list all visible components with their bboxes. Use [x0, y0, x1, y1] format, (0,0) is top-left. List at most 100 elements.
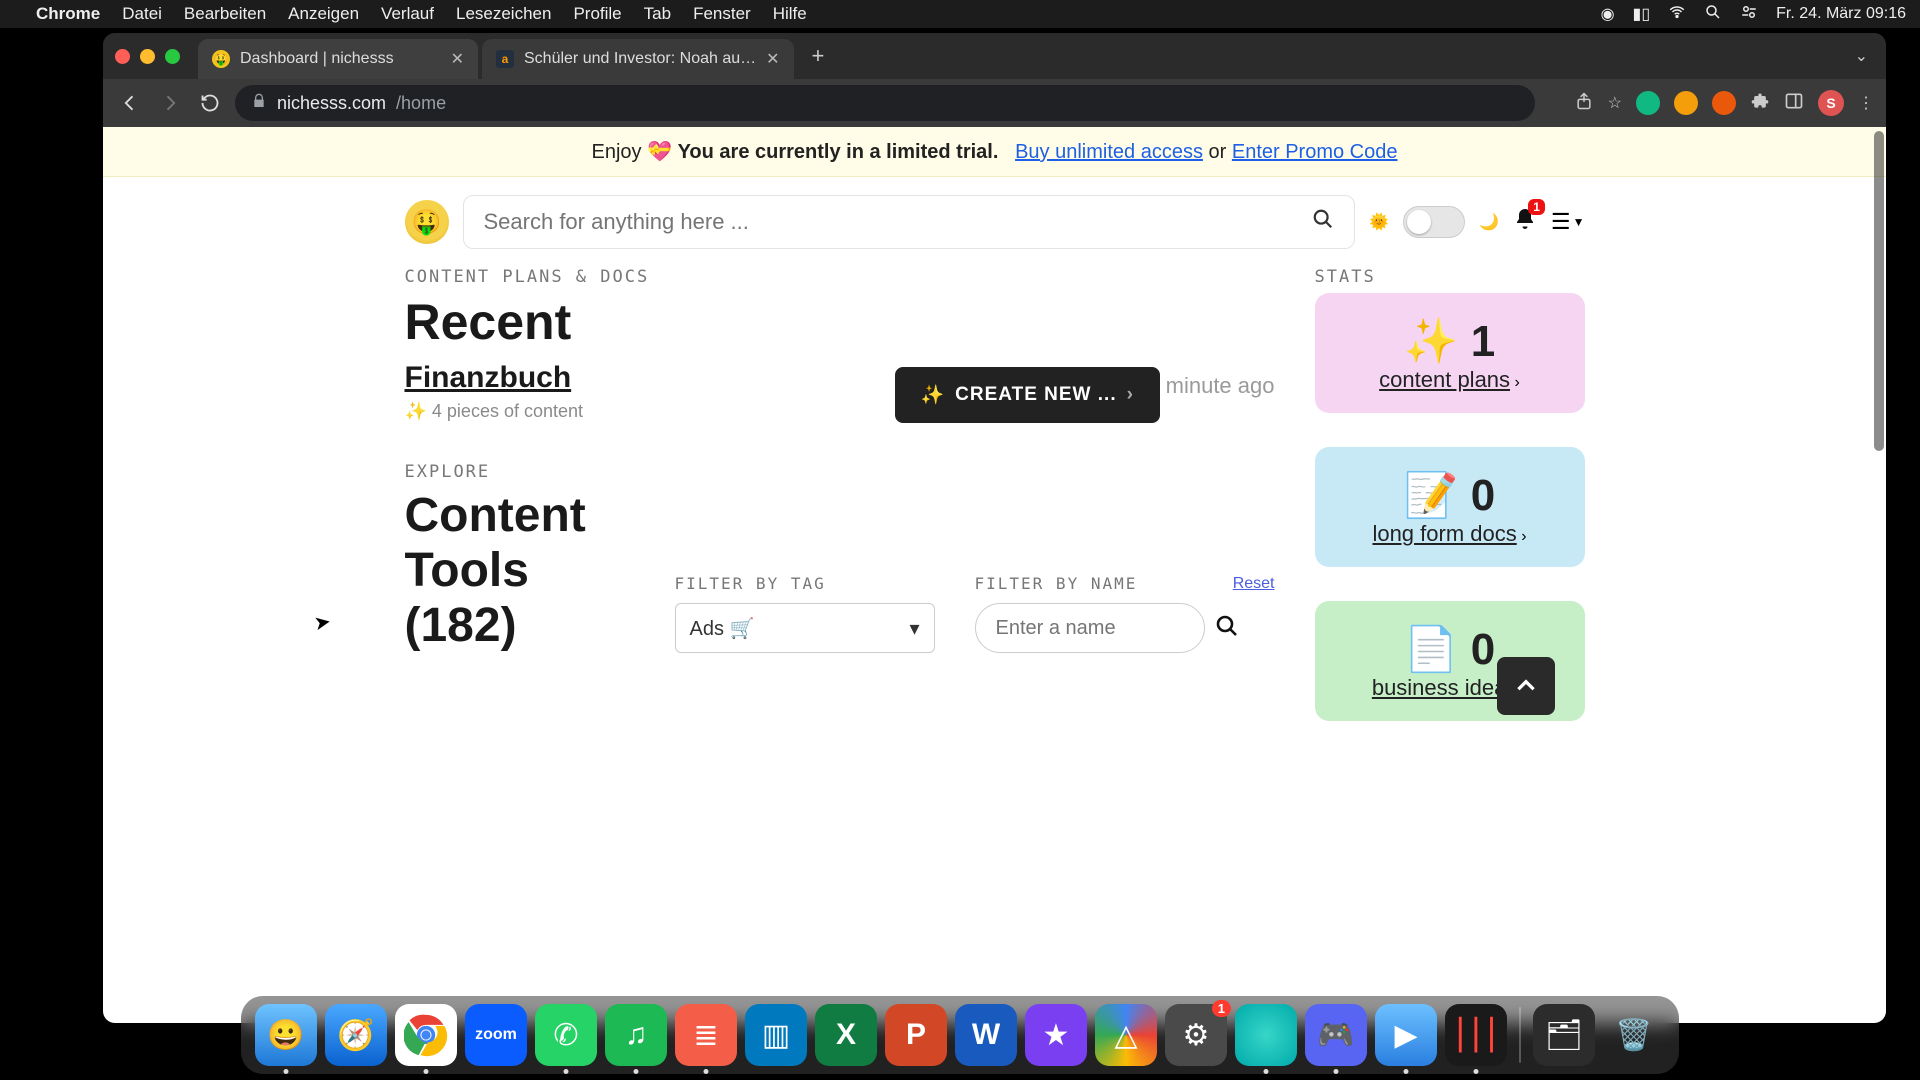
fullscreen-window-button[interactable]	[165, 49, 180, 64]
search-icon[interactable]	[1312, 208, 1334, 236]
menubar-clock[interactable]: Fr. 24. März 09:16	[1776, 5, 1906, 23]
stat-link[interactable]: business ideas	[1372, 675, 1518, 700]
wifi-icon[interactable]	[1668, 3, 1686, 26]
menubar-item[interactable]: Datei	[122, 4, 162, 24]
dock-todoist-icon[interactable]: ≣	[675, 1004, 737, 1066]
tab-strip: 🤑 Dashboard | nichesss ✕ a Schüler und I…	[103, 33, 1886, 79]
omnibox[interactable]: nichesss.com/home	[235, 85, 1535, 121]
dock-separator	[1519, 1007, 1521, 1063]
buy-unlimited-link[interactable]: Buy unlimited access	[1015, 141, 1203, 163]
filter-reset-link[interactable]: Reset	[1233, 575, 1275, 593]
dock-drive-icon[interactable]: △	[1095, 1004, 1157, 1066]
window-controls	[115, 49, 180, 64]
scrollbar[interactable]	[1874, 127, 1884, 1023]
main-menu-button[interactable]: ☰▼	[1551, 209, 1585, 235]
bookmark-star-icon[interactable]: ☆	[1608, 93, 1622, 113]
menubar-item[interactable]: Lesezeichen	[456, 4, 551, 24]
menubar-item[interactable]: Bearbeiten	[184, 4, 266, 24]
tab-close-icon[interactable]: ✕	[451, 49, 464, 69]
macos-dock: 😀 🧭 zoom ✆ ♫ ≣ ▥ X P W ★ △ ⚙1 🎮 ▶ ⎮⎮⎮ 🗂 …	[241, 996, 1679, 1074]
stat-card-long-form-docs[interactable]: 📝 0 long form docs ›	[1315, 447, 1585, 567]
new-tab-button[interactable]: +	[798, 43, 839, 69]
record-icon[interactable]: ◉	[1601, 4, 1615, 24]
dock-folder-icon[interactable]: 🗂	[1533, 1004, 1595, 1066]
menubar-item[interactable]: Tab	[644, 4, 671, 24]
back-button[interactable]	[115, 88, 145, 118]
control-center-icon[interactable]	[1740, 3, 1758, 26]
minimize-window-button[interactable]	[140, 49, 155, 64]
sun-icon: 🌞	[1369, 212, 1389, 232]
create-label: CREATE NEW ...	[955, 384, 1116, 406]
dock-trello-icon[interactable]: ▥	[745, 1004, 807, 1066]
global-search[interactable]	[463, 195, 1356, 249]
close-window-button[interactable]	[115, 49, 130, 64]
filter-name-input[interactable]	[975, 603, 1205, 653]
dock-zoom-icon[interactable]: zoom	[465, 1004, 527, 1066]
dock-word-icon[interactable]: W	[955, 1004, 1017, 1066]
browser-tab[interactable]: 🤑 Dashboard | nichesss ✕	[198, 39, 478, 79]
app-topbar: 🤑 🌞 🌙 1 ☰▼	[405, 187, 1585, 267]
tab-favicon-icon: 🤑	[212, 50, 230, 68]
share-icon[interactable]	[1574, 91, 1594, 116]
notifications-button[interactable]: 1	[1513, 207, 1537, 238]
dock-excel-icon[interactable]: X	[815, 1004, 877, 1066]
extension-icon[interactable]	[1636, 91, 1660, 115]
menubar-item[interactable]: Hilfe	[773, 4, 807, 24]
dock-powerpoint-icon[interactable]: P	[885, 1004, 947, 1066]
dock-whatsapp-icon[interactable]: ✆	[535, 1004, 597, 1066]
dock-spotify-icon[interactable]: ♫	[605, 1004, 667, 1066]
dock-voice-memos-icon[interactable]: ⎮⎮⎮	[1445, 1004, 1507, 1066]
stat-card-content-plans[interactable]: ✨ 1 content plans ›	[1315, 293, 1585, 413]
dock-settings-icon[interactable]: ⚙1	[1165, 1004, 1227, 1066]
extensions-puzzle-icon[interactable]	[1750, 91, 1770, 116]
extension-icon[interactable]	[1674, 91, 1698, 115]
theme-toggle[interactable]	[1403, 206, 1465, 238]
stat-link[interactable]: long form docs	[1372, 521, 1516, 546]
chrome-menu-icon[interactable]: ⋮	[1858, 93, 1874, 113]
reload-button[interactable]	[195, 88, 225, 118]
dock-app-icon[interactable]	[1235, 1004, 1297, 1066]
stat-value: 1	[1471, 317, 1495, 366]
search-input[interactable]	[484, 209, 1313, 235]
scroll-to-top-button[interactable]	[1497, 657, 1555, 715]
forward-button[interactable]	[155, 88, 185, 118]
stat-link[interactable]: content plans	[1379, 367, 1510, 392]
dock-trash-icon[interactable]: 🗑️	[1603, 1004, 1665, 1066]
recent-item-title[interactable]: Finanzbuch	[405, 361, 584, 395]
address-bar: nichesss.com/home ☆ S ⋮	[103, 79, 1886, 127]
extension-icon[interactable]	[1712, 91, 1736, 115]
trial-banner: Enjoy 💝 You are currently in a limited t…	[103, 127, 1886, 177]
scrollbar-thumb[interactable]	[1874, 131, 1884, 451]
menubar-item[interactable]: Anzeigen	[288, 4, 359, 24]
filter-tag-select[interactable]: Ads 🛒 ▾	[675, 603, 935, 653]
side-panel-icon[interactable]	[1784, 91, 1804, 116]
spotlight-icon[interactable]	[1704, 3, 1722, 26]
menubar-item[interactable]: Verlauf	[381, 4, 434, 24]
enter-promo-link[interactable]: Enter Promo Code	[1232, 141, 1398, 163]
stats-eyebrow: STATS	[1315, 267, 1585, 287]
chevron-right-icon: ›	[1515, 374, 1520, 391]
menubar-app-name[interactable]: Chrome	[36, 4, 100, 24]
profile-avatar[interactable]: S	[1818, 90, 1844, 116]
menubar-item[interactable]: Profile	[573, 4, 621, 24]
trial-or: or	[1209, 141, 1232, 163]
dock-chrome-icon[interactable]	[395, 1004, 457, 1066]
app-logo-icon[interactable]: 🤑	[405, 200, 449, 244]
dock-quicktime-icon[interactable]: ▶	[1375, 1004, 1437, 1066]
url-path: /home	[396, 93, 446, 114]
recent-heading: Recent	[405, 293, 1275, 351]
dock-safari-icon[interactable]: 🧭	[325, 1004, 387, 1066]
search-icon[interactable]	[1215, 614, 1239, 643]
tab-title: Schüler und Investor: Noah au…	[524, 50, 756, 68]
tab-overflow-button[interactable]: ⌄	[1837, 46, 1886, 66]
filter-name-label: FILTER BY NAME	[975, 574, 1138, 593]
browser-tab[interactable]: a Schüler und Investor: Noah au… ✕	[482, 39, 794, 79]
create-new-button[interactable]: ✨ CREATE NEW ... ›	[895, 367, 1160, 423]
battery-icon[interactable]: ▮▯	[1633, 4, 1651, 24]
tab-close-icon[interactable]: ✕	[766, 49, 779, 69]
dock-discord-icon[interactable]: 🎮	[1305, 1004, 1367, 1066]
dock-imovie-icon[interactable]: ★	[1025, 1004, 1087, 1066]
dock-finder-icon[interactable]: 😀	[255, 1004, 317, 1066]
menubar-item[interactable]: Fenster	[693, 4, 751, 24]
page-viewport: Enjoy 💝 You are currently in a limited t…	[103, 127, 1886, 1023]
